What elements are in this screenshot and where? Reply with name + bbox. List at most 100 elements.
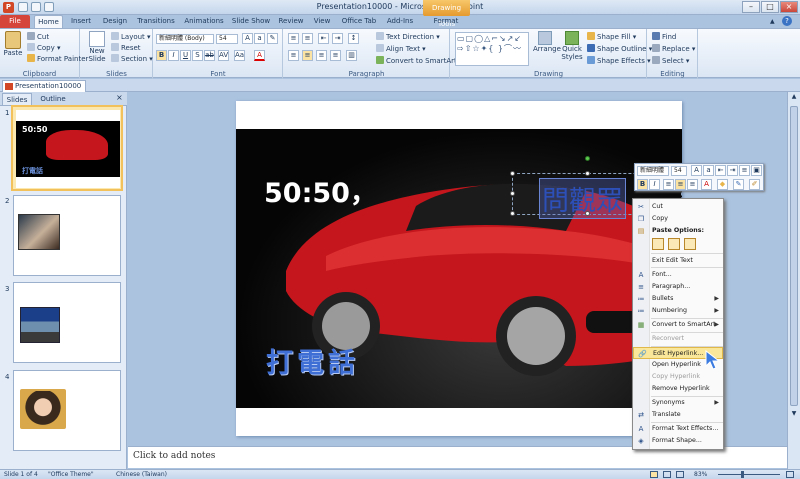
mini-align-right[interactable]: ≡ xyxy=(687,179,698,190)
resize-handle[interactable] xyxy=(510,211,515,216)
mini-align-center[interactable]: ≡ xyxy=(675,179,686,190)
zoom-thumb[interactable] xyxy=(741,471,744,478)
close-pane-icon[interactable]: × xyxy=(116,93,123,102)
mini-font-name[interactable]: 新細明體 xyxy=(637,166,669,176)
layout-button[interactable]: Layout ▾ xyxy=(111,32,151,42)
tab-transitions[interactable]: Transitions xyxy=(135,15,177,28)
cut-button[interactable]: Cut xyxy=(27,32,49,42)
menu-synonyms[interactable]: Synonyms ▶ xyxy=(633,397,723,409)
tab-slides[interactable]: Slides xyxy=(2,93,32,105)
slide-thumbnail-4[interactable] xyxy=(13,370,121,451)
reset-button[interactable]: Reset xyxy=(111,43,141,53)
mini-bold[interactable]: B xyxy=(637,179,648,190)
minimize-ribbon-icon[interactable]: ▲ xyxy=(770,18,775,25)
scroll-up-icon[interactable]: ▲ xyxy=(789,93,799,103)
tab-home[interactable]: Home xyxy=(34,15,63,28)
resize-handle[interactable] xyxy=(585,171,590,176)
increase-indent-button[interactable]: ⇥ xyxy=(332,33,343,44)
normal-view-icon[interactable] xyxy=(650,471,658,478)
mini-outline[interactable]: ✎ xyxy=(733,179,744,190)
shrink-font-button[interactable]: a xyxy=(254,33,265,44)
tab-design[interactable]: Design xyxy=(100,15,130,28)
slide-title-text[interactable]: 50:50， xyxy=(264,171,377,210)
help-icon[interactable]: ? xyxy=(782,16,792,26)
align-center-button[interactable]: ≡ xyxy=(302,50,313,61)
new-slide-button[interactable]: New Slide xyxy=(84,31,110,67)
mini-italic[interactable]: I xyxy=(649,179,660,190)
rotation-handle[interactable] xyxy=(585,156,590,161)
select-button[interactable]: Select ▾ xyxy=(652,56,689,66)
document-tab[interactable]: Presentation10000 xyxy=(2,80,86,92)
maximize-button[interactable]: □ xyxy=(761,1,779,13)
slide-thumbnail-2[interactable] xyxy=(13,195,121,276)
paste-button[interactable]: Paste xyxy=(3,31,23,65)
italic-button[interactable]: I xyxy=(168,50,179,61)
case-button[interactable]: Aa xyxy=(234,50,245,61)
slide-canvas[interactable]: 50:50， 問觀眾 打電話 xyxy=(236,101,682,436)
scroll-thumb[interactable] xyxy=(790,106,798,406)
zoom-slider[interactable] xyxy=(718,474,780,475)
text-direction-button[interactable]: Text Direction ▾ xyxy=(376,32,440,42)
underline-button[interactable]: U xyxy=(180,50,191,61)
align-left-button[interactable]: ≡ xyxy=(288,50,299,61)
mini-shape-icon[interactable]: ▣ xyxy=(751,165,762,176)
menu-font[interactable]: A Font... xyxy=(633,269,723,281)
menu-exit-edit-text[interactable]: Exit Edit Text xyxy=(633,255,723,267)
shape-fill-button[interactable]: Shape Fill ▾ xyxy=(587,32,636,42)
menu-cut[interactable]: ✂ Cut xyxy=(633,201,723,213)
tab-add-ins[interactable]: Add-Ins xyxy=(384,15,416,28)
spacing-button[interactable]: AV xyxy=(218,50,229,61)
strikethrough-button[interactable]: ab xyxy=(204,50,215,61)
paste-option-text[interactable] xyxy=(684,238,696,250)
tab-outline[interactable]: Outline xyxy=(36,93,70,105)
scroll-down-icon[interactable]: ▼ xyxy=(789,410,799,420)
format-painter-button[interactable]: Format Painter xyxy=(27,54,88,64)
minimize-button[interactable]: – xyxy=(742,1,760,13)
numbering-button[interactable]: ≡ xyxy=(302,33,313,44)
mini-align-left[interactable]: ≡ xyxy=(663,179,674,190)
mini-font-color[interactable]: A xyxy=(701,179,712,190)
tab-slide-show[interactable]: Slide Show xyxy=(230,15,272,28)
mini-grow-font[interactable]: A xyxy=(691,165,702,176)
shadow-button[interactable]: S xyxy=(192,50,203,61)
clear-format-button[interactable]: ✎ xyxy=(267,33,278,44)
find-button[interactable]: Find xyxy=(652,32,676,42)
mini-shrink-font[interactable]: a xyxy=(703,165,714,176)
tab-file[interactable]: File xyxy=(0,15,30,28)
shape-effects-button[interactable]: Shape Effects ▾ xyxy=(587,56,651,66)
replace-button[interactable]: Replace ▾ xyxy=(652,44,695,54)
quick-styles-button[interactable]: Quick Styles xyxy=(559,31,585,61)
copy-button[interactable]: Copy ▾ xyxy=(27,43,61,53)
menu-format-text-effects[interactable]: A Format Text Effects... xyxy=(633,423,723,435)
language-status[interactable]: Chinese (Taiwan) xyxy=(116,470,167,479)
menu-numbering[interactable]: ≔ Numbering ▶ xyxy=(633,305,723,317)
tab-format[interactable]: Format xyxy=(426,15,466,28)
mini-font-size[interactable]: 54 xyxy=(671,166,687,176)
tab-insert[interactable]: Insert xyxy=(67,15,95,28)
menu-copy[interactable]: ❐ Copy xyxy=(633,213,723,225)
menu-paragraph[interactable]: ≡ Paragraph... xyxy=(633,281,723,293)
mini-fill[interactable]: ◆ xyxy=(717,179,728,190)
tab-animations[interactable]: Animations xyxy=(182,15,226,28)
slide-thumbnail-3[interactable] xyxy=(13,282,121,363)
bold-button[interactable]: B xyxy=(156,50,167,61)
reading-view-icon[interactable] xyxy=(676,471,684,478)
decrease-indent-button[interactable]: ⇤ xyxy=(318,33,329,44)
align-right-button[interactable]: ≡ xyxy=(316,50,327,61)
convert-smartart-button[interactable]: Convert to SmartArt ▾ xyxy=(376,56,463,66)
font-name-combo[interactable]: 新細明體 (Body) xyxy=(156,34,214,44)
menu-remove-hyperlink[interactable]: Remove Hyperlink xyxy=(633,383,723,395)
section-button[interactable]: Section ▾ xyxy=(111,54,153,64)
paste-option-merge[interactable] xyxy=(668,238,680,250)
menu-bullets[interactable]: ≔ Bullets ▶ xyxy=(633,293,723,305)
fit-slide-icon[interactable] xyxy=(786,471,794,478)
resize-handle[interactable] xyxy=(510,191,515,196)
grow-font-button[interactable]: A xyxy=(242,33,253,44)
mini-bullets[interactable]: ≡ xyxy=(739,165,750,176)
mini-format-painter[interactable]: ✐ xyxy=(749,179,760,190)
line-spacing-button[interactable]: ↕ xyxy=(348,33,359,44)
vertical-scrollbar[interactable]: ▲ ▼ xyxy=(787,92,800,469)
columns-button[interactable]: ▥ xyxy=(346,50,357,61)
shapes-gallery[interactable]: ▭▢◯△⌐↘↗↙ ⇨⇧☆✦{ }⌒〰 xyxy=(455,32,529,66)
mini-indent[interactable]: ⇤ xyxy=(715,165,726,176)
